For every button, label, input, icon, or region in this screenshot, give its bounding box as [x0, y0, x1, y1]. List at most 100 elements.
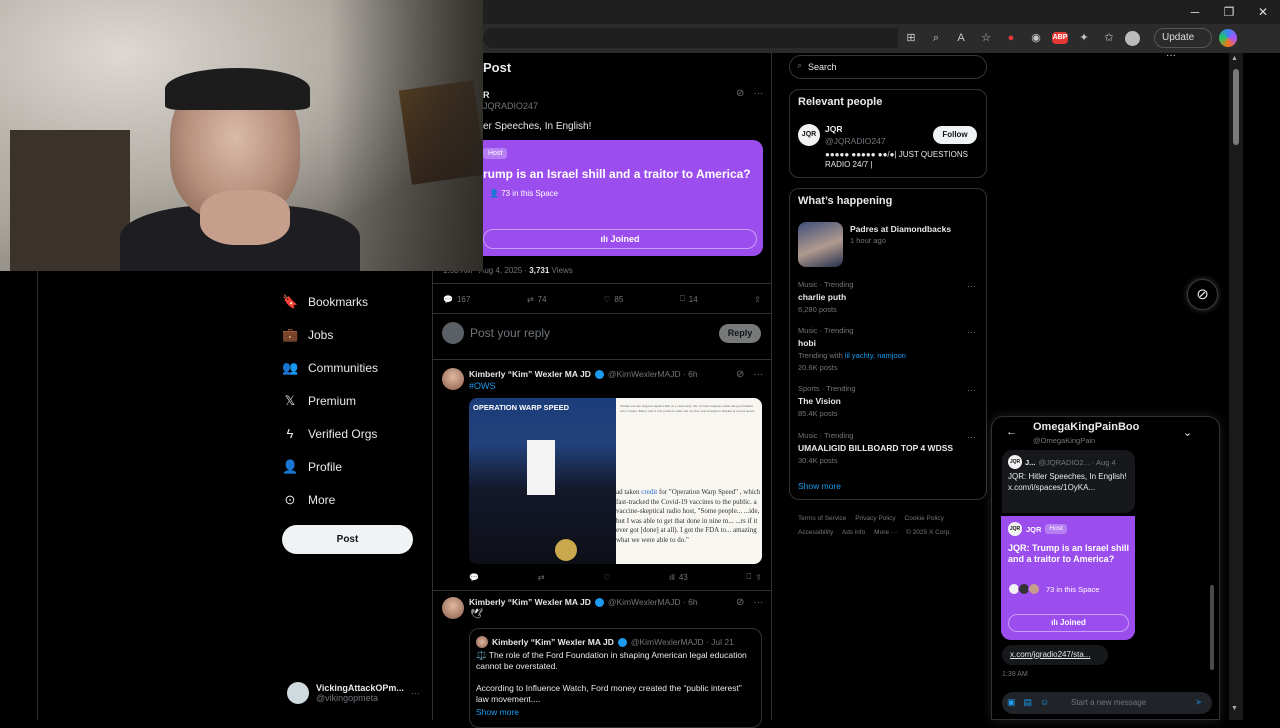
- account-more-icon[interactable]: ···: [411, 688, 420, 698]
- more-icon[interactable]: ···: [753, 369, 763, 380]
- trend-item[interactable]: Music · Trending hobi Trending with lil …: [798, 326, 978, 372]
- reply-button[interactable]: Reply: [719, 324, 761, 343]
- favorite-star-icon[interactable]: ☆: [977, 29, 995, 47]
- share-icon[interactable]: ⇪: [755, 573, 762, 582]
- op-author-handle[interactable]: JQRADIO247: [483, 101, 538, 111]
- profile-avatar-icon[interactable]: [1125, 30, 1140, 46]
- account-switcher[interactable]: VickingAttackOPm... @vikingopmeta ···: [287, 680, 427, 706]
- zoom-icon[interactable]: ⌕: [927, 29, 945, 47]
- grok-floating-button[interactable]: ⊘: [1187, 279, 1218, 310]
- avatar[interactable]: [442, 597, 464, 619]
- show-more-link[interactable]: Show more: [476, 707, 519, 717]
- trend-more-icon[interactable]: ···: [967, 432, 976, 442]
- adblock-icon[interactable]: ABP: [1052, 32, 1068, 44]
- dm-scrollbar[interactable]: [1210, 585, 1214, 670]
- close-button[interactable]: ✕: [1246, 0, 1280, 24]
- collapse-chevron-icon[interactable]: ⌄: [1183, 426, 1192, 439]
- avatar[interactable]: JQR: [798, 124, 820, 146]
- dm-contact-name[interactable]: OmegaKingPainBoo: [1033, 421, 1139, 433]
- trend-more-icon[interactable]: ···: [967, 327, 976, 337]
- reply-action[interactable]: 💬 167: [443, 294, 470, 304]
- tweet-author-name[interactable]: Kimberly “Kim” Wexler MA JD: [469, 597, 591, 607]
- tweet-media[interactable]: OPERATION WARP SPEED Trump was the targe…: [469, 398, 762, 564]
- op-author-name[interactable]: R: [483, 90, 490, 100]
- sidebar-item-communities[interactable]: 👥 Communities: [282, 351, 432, 384]
- more-icon[interactable]: ···: [753, 88, 763, 99]
- joined-button[interactable]: ılı Joined: [483, 229, 757, 249]
- quote-body: ⚖️ The role of the Ford Foundation in sh…: [476, 650, 756, 705]
- grok-icon[interactable]: ⊘: [736, 369, 744, 380]
- bookmark-action[interactable]: ⎕ 14: [680, 294, 698, 304]
- address-bar[interactable]: [483, 28, 898, 48]
- joined-button[interactable]: ılı Joined: [1008, 614, 1129, 632]
- footer-link[interactable]: Accessibility: [798, 529, 833, 536]
- quote-paragraph: According to Influence Watch, Ford money…: [476, 683, 742, 704]
- more-icon[interactable]: ···: [753, 597, 763, 608]
- page-scrollbar[interactable]: [1229, 53, 1243, 720]
- footer-link[interactable]: More ···: [874, 529, 897, 536]
- post-button[interactable]: Post: [282, 525, 413, 554]
- browser-more-icon[interactable]: ···: [1166, 50, 1176, 61]
- scroll-up-arrow-icon[interactable]: ▲: [1231, 55, 1238, 62]
- share-action[interactable]: ⇪: [754, 294, 761, 304]
- avatar[interactable]: [442, 368, 464, 390]
- minimize-button[interactable]: ─: [1178, 0, 1212, 24]
- show-more-link[interactable]: Show more: [798, 481, 841, 491]
- browser-update-button[interactable]: Update ···: [1154, 28, 1212, 61]
- grok-icon[interactable]: ⊘: [736, 88, 744, 99]
- footer-link[interactable]: Terms of Service: [798, 515, 846, 522]
- hashtag-link[interactable]: #OWS: [469, 381, 496, 391]
- gif-icon[interactable]: ▤: [1024, 697, 1033, 708]
- repost-action[interactable]: ⇄ 74: [527, 294, 547, 304]
- extension-red-icon[interactable]: ●: [1002, 29, 1020, 47]
- trend-related-link[interactable]: lil yachty, namjoon: [845, 351, 906, 360]
- footer-link[interactable]: Privacy Policy: [855, 515, 895, 522]
- extensions-puzzle-icon[interactable]: ✦: [1075, 29, 1093, 47]
- repost-action[interactable]: ⇄: [538, 572, 545, 582]
- read-aloud-icon[interactable]: A: [952, 29, 970, 47]
- dm-message-input[interactable]: Start a new message: [1071, 698, 1146, 707]
- event-thumbnail[interactable]: [798, 222, 843, 267]
- views-action[interactable]: ıll 43: [669, 572, 688, 582]
- copilot-icon[interactable]: [1219, 29, 1237, 47]
- grok-icon[interactable]: ⊘: [736, 597, 744, 608]
- tweet-author-handle[interactable]: @KimWexlerMAJD · 6h: [608, 369, 698, 379]
- tweet-author-name[interactable]: Kimberly “Kim” Wexler MA JD: [469, 369, 591, 379]
- reply-action[interactable]: 💬: [469, 572, 479, 582]
- trend-more-icon[interactable]: ···: [967, 385, 976, 395]
- footer-link[interactable]: Cookie Policy: [905, 515, 944, 522]
- trend-item[interactable]: Sports · Trending The Vision 85.4K posts: [798, 384, 978, 418]
- event-name[interactable]: Padres at Diamondbacks: [850, 224, 951, 234]
- search-input[interactable]: Search: [789, 55, 987, 79]
- footer-link[interactable]: Ads info: [842, 529, 866, 536]
- scroll-down-arrow-icon[interactable]: ▼: [1231, 705, 1238, 712]
- reply-input[interactable]: Post your reply: [470, 326, 550, 340]
- dm-link-message[interactable]: x.com/jqradio247/sta...: [1002, 645, 1108, 665]
- tweet-header: Kimberly “Kim” Wexler MA JD @KimWexlerMA…: [469, 369, 698, 379]
- sidebar-item-verified-orgs[interactable]: ϟ Verified Orgs: [282, 417, 432, 450]
- relevant-person-handle[interactable]: @JQRADIO247: [825, 136, 886, 146]
- relevant-person-name[interactable]: JQR: [825, 124, 842, 134]
- sidebar-item-profile[interactable]: 👤 Profile: [282, 450, 432, 483]
- image-icon[interactable]: ▣: [1007, 697, 1016, 708]
- like-action[interactable]: ♡ 85: [603, 294, 623, 304]
- scrollbar-thumb[interactable]: [1233, 69, 1239, 145]
- app-grid-icon[interactable]: ⊞: [902, 29, 920, 47]
- send-icon[interactable]: ➤: [1195, 697, 1203, 708]
- emoji-icon[interactable]: ☺: [1040, 697, 1049, 708]
- bookmark-icon[interactable]: ⎕: [746, 572, 751, 582]
- extension-shield-icon[interactable]: ◉: [1027, 29, 1045, 47]
- back-arrow-icon[interactable]: ←: [1006, 426, 1017, 438]
- sidebar-item-jobs[interactable]: 💼 Jobs: [282, 318, 432, 351]
- trend-item[interactable]: Music · Trending charlie puth 6,280 post…: [798, 280, 978, 314]
- trend-more-icon[interactable]: ···: [967, 281, 976, 291]
- sidebar-item-bookmarks[interactable]: 🔖 Bookmarks: [282, 285, 432, 318]
- favorites-bar-icon[interactable]: ✩: [1100, 29, 1118, 47]
- like-action[interactable]: ♡: [603, 572, 610, 582]
- maximize-button[interactable]: ❐: [1212, 0, 1246, 24]
- sidebar-item-more[interactable]: ⊙ More: [282, 483, 432, 516]
- tweet-author-handle[interactable]: @KimWexlerMAJD · 6h: [608, 597, 698, 607]
- follow-button[interactable]: Follow: [933, 126, 977, 144]
- sidebar-item-premium[interactable]: 𝕏 Premium: [282, 384, 432, 417]
- trend-item[interactable]: Music · Trending UMAALIGID BILLBOARD TOP…: [798, 431, 978, 465]
